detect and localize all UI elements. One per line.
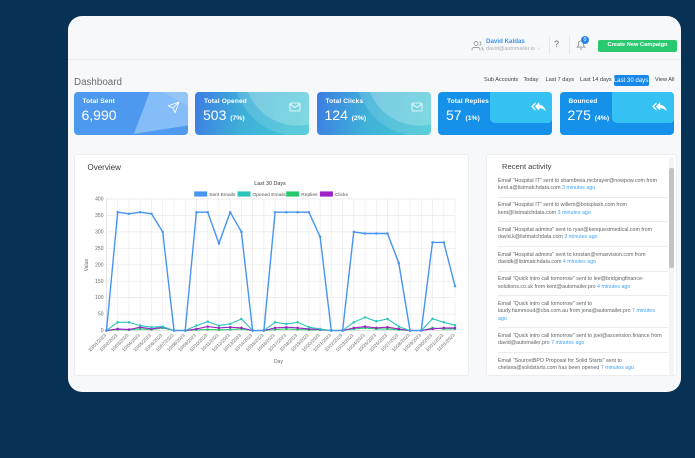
svg-text:150: 150 bbox=[95, 279, 104, 285]
svg-text:Clicks: Clicks bbox=[335, 192, 349, 198]
svg-text:400: 400 bbox=[95, 197, 104, 203]
svg-text:Sent Emails: Sent Emails bbox=[209, 192, 236, 198]
svg-text:Last 30 Days: Last 30 Days bbox=[254, 181, 286, 187]
svg-text:Replies: Replies bbox=[301, 192, 318, 198]
svg-text:200: 200 bbox=[95, 262, 104, 268]
svg-text:Value: Value bbox=[84, 259, 90, 272]
svg-text:350: 350 bbox=[95, 213, 104, 219]
svg-text:100: 100 bbox=[95, 295, 104, 301]
svg-text:Day: Day bbox=[274, 359, 283, 365]
svg-text:Opened Emails: Opened Emails bbox=[253, 192, 287, 198]
svg-text:300: 300 bbox=[95, 230, 104, 236]
svg-text:250: 250 bbox=[95, 246, 104, 252]
svg-text:50: 50 bbox=[98, 312, 104, 318]
